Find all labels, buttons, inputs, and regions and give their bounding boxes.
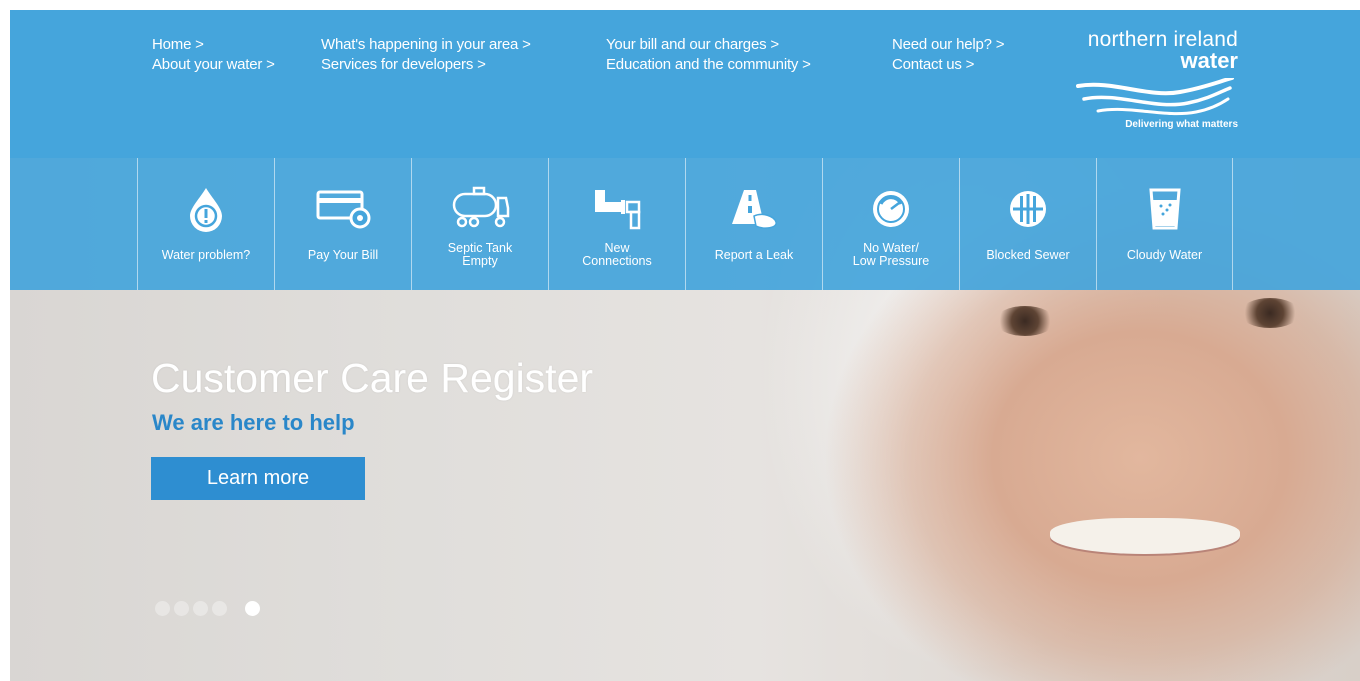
- tanker-truck-icon: [412, 184, 548, 234]
- quick-link-label: Cloudy Water: [1126, 248, 1203, 262]
- pipe-connection-icon: [549, 184, 685, 234]
- nav-column-2: What's happening in your area > Services…: [321, 35, 531, 75]
- hero-photo-eye: [995, 306, 1055, 336]
- quick-link-no-water[interactable]: No Water/ Low Pressure: [822, 158, 959, 290]
- quick-link-blocked-sewer[interactable]: Blocked Sewer: [959, 158, 1096, 290]
- cloudy-glass-icon: [1097, 184, 1232, 234]
- nav-link-whats-happening[interactable]: What's happening in your area >: [321, 35, 531, 55]
- quick-link-label: No Water/ Low Pressure: [852, 241, 930, 268]
- nav-link-need-help[interactable]: Need our help? >: [892, 35, 1005, 55]
- hero-title: Customer Care Register: [151, 355, 594, 401]
- carousel-dot-4[interactable]: [212, 601, 227, 616]
- quick-links-bar: Water problem? Pay Your Bill Septic Tank…: [10, 158, 1360, 290]
- nav-link-home[interactable]: Home >: [152, 35, 275, 55]
- quick-link-label: New Connections: [582, 241, 652, 268]
- water-drop-alert-icon: [138, 184, 274, 234]
- pressure-gauge-icon: [823, 184, 959, 234]
- sewer-grate-icon: [960, 184, 1096, 234]
- nav-link-education-community[interactable]: Education and the community >: [606, 55, 811, 75]
- quick-link-cloudy-water[interactable]: Cloudy Water: [1096, 158, 1233, 290]
- quick-link-label: Water problem?: [161, 248, 251, 262]
- quick-link-new-connections[interactable]: New Connections: [548, 158, 685, 290]
- hero-subtitle: We are here to help: [152, 410, 355, 435]
- carousel-dot-1[interactable]: [155, 601, 170, 616]
- page-frame: Home > About your water > What's happeni…: [10, 10, 1360, 681]
- hero-photo-smile: [1050, 518, 1240, 554]
- nav-link-bill-and-charges[interactable]: Your bill and our charges >: [606, 35, 811, 55]
- carousel-dot-3[interactable]: [193, 601, 208, 616]
- quick-link-label: Pay Your Bill: [307, 248, 379, 262]
- nav-column-3: Your bill and our charges > Education an…: [606, 35, 811, 75]
- learn-more-button[interactable]: Learn more: [151, 457, 365, 500]
- hero-photo-eye: [1240, 298, 1300, 328]
- logo-waves-icon: [1076, 78, 1234, 116]
- logo-tagline: Delivering what matters: [1125, 119, 1238, 130]
- credit-card-icon: [275, 184, 411, 234]
- quick-link-pay-bill[interactable]: Pay Your Bill: [274, 158, 411, 290]
- quick-link-label: Septic Tank Empty: [447, 241, 513, 268]
- logo-text-water: water: [1180, 48, 1238, 73]
- quick-link-label: Blocked Sewer: [986, 248, 1070, 262]
- carousel-dot-2[interactable]: [174, 601, 189, 616]
- nav-column-4: Need our help? > Contact us >: [892, 35, 1005, 75]
- nav-link-contact-us[interactable]: Contact us >: [892, 55, 1004, 75]
- site-header: Home > About your water > What's happeni…: [10, 10, 1360, 158]
- nav-link-about-your-water[interactable]: About your water >: [152, 55, 275, 75]
- quick-link-water-problem[interactable]: Water problem?: [137, 158, 274, 290]
- carousel-dot-5-active[interactable]: [245, 601, 260, 616]
- quick-link-report-leak[interactable]: Report a Leak: [685, 158, 822, 290]
- nav-column-1: Home > About your water >: [152, 35, 275, 75]
- nav-link-services-for-developers[interactable]: Services for developers >: [321, 55, 531, 75]
- site-logo[interactable]: northern ireland water Delivering what m…: [1068, 28, 1238, 138]
- road-leak-icon: [686, 184, 822, 234]
- quick-link-septic-tank[interactable]: Septic Tank Empty: [411, 158, 548, 290]
- quick-link-label: Report a Leak: [714, 248, 794, 262]
